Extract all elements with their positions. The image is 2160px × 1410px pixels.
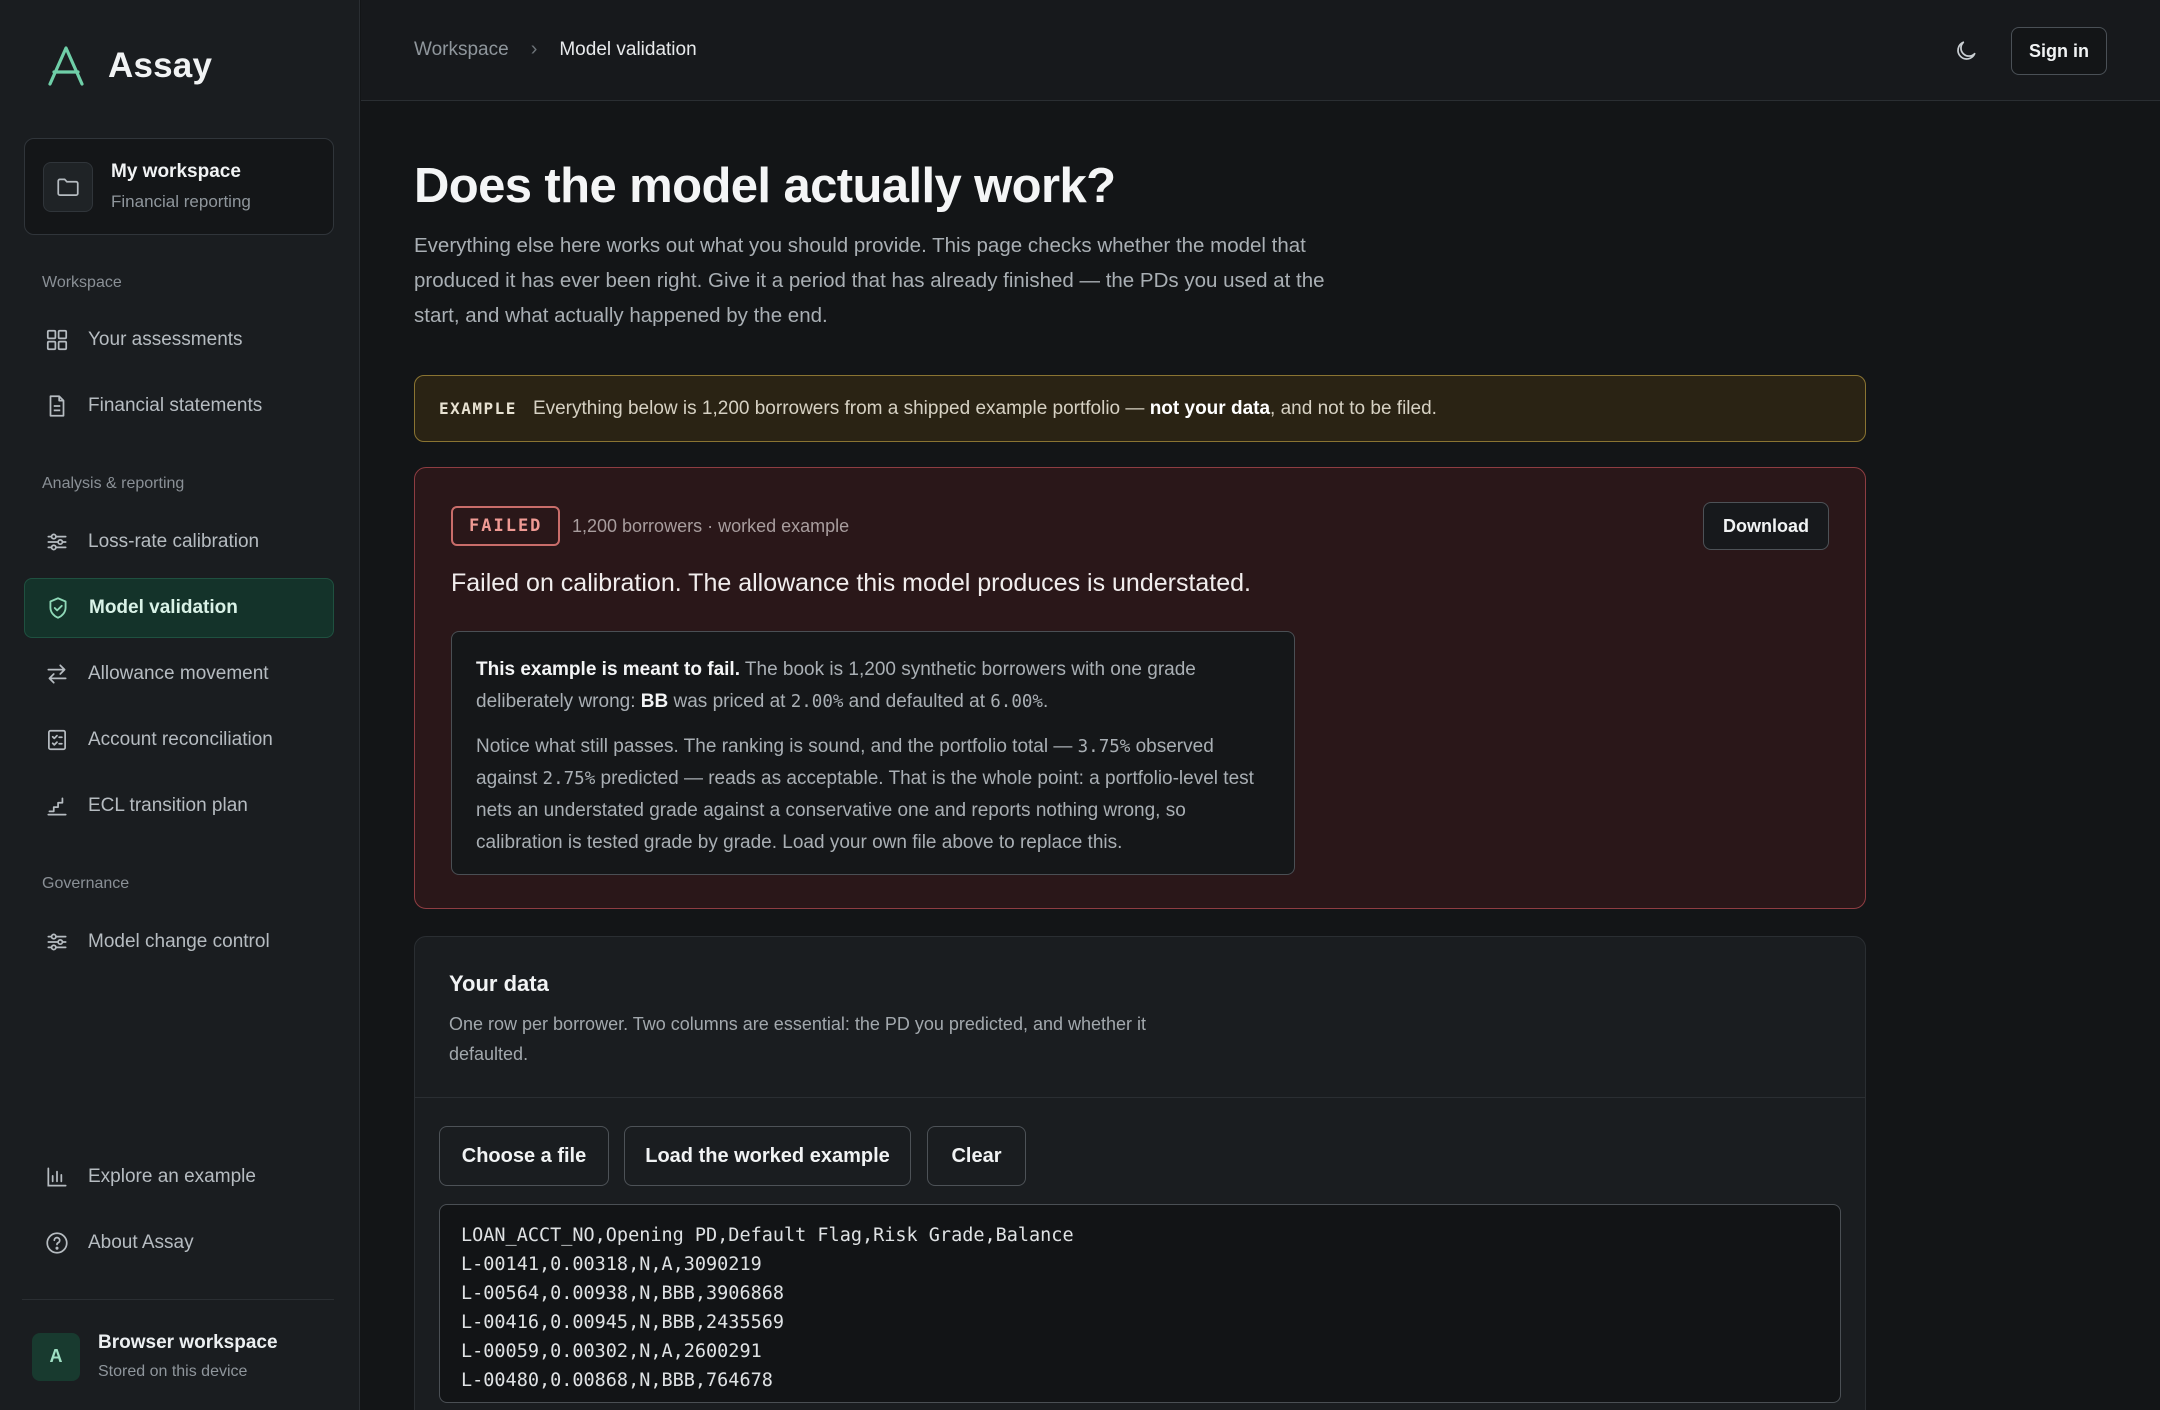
sidebar-item-your-assessments[interactable]: Your assessments (24, 310, 334, 370)
section-label-analysis: Analysis & reporting (42, 475, 185, 492)
example-banner: EXAMPLE Everything below is 1,200 borrow… (414, 375, 1866, 442)
user-name: Browser workspace (98, 1332, 278, 1353)
explanation-note: This example is meant to fail. The book … (451, 631, 1295, 875)
workspace-title: My workspace (111, 161, 241, 182)
divider (415, 1097, 1865, 1098)
load-example-button[interactable]: Load the worked example (624, 1126, 911, 1186)
sidebar-item-financial-statements[interactable]: Financial statements (24, 376, 334, 436)
sidebar: Assay My workspace Financial reporting W… (0, 0, 360, 1410)
sidebar-item-allowance-movement[interactable]: Allowance movement (24, 644, 334, 704)
sidebar-item-account-reconciliation[interactable]: Account reconciliation (24, 710, 334, 770)
sidebar-item-label: Allowance movement (88, 663, 269, 684)
moon-icon (1957, 41, 1976, 60)
data-description: One row per borrower. Two columns are es… (449, 1014, 1147, 1064)
clear-button[interactable]: Clear (927, 1126, 1026, 1186)
workspace-switcher[interactable]: My workspace Financial reporting (24, 138, 334, 235)
sidebar-item-ecl-transition-plan[interactable]: ECL transition plan (24, 776, 334, 836)
sidebar-item-label: About Assay (88, 1232, 194, 1253)
checklist-icon (48, 729, 66, 751)
sidebar-item-model-change-control[interactable]: Model change control (24, 912, 334, 972)
sidebar-item-label: Financial statements (88, 395, 263, 416)
your-data-card: Your data One row per borrower. Two colu… (414, 936, 1866, 1410)
arrows-swap-icon (47, 664, 67, 684)
sidebar-divider (22, 1299, 334, 1300)
csv-input[interactable]: LOAN_ACCT_NO,Opening PD,Default Flag,Ris… (439, 1204, 1841, 1403)
breadcrumb-current: Model validation (559, 38, 697, 60)
sidebar-item-explore-example[interactable]: Explore an example (24, 1147, 334, 1207)
avatar: A (32, 1332, 80, 1381)
sidebar-item-label: Account reconciliation (88, 729, 273, 750)
stairs-chart-icon (47, 797, 67, 816)
sidebar-item-loss-rate-calibration[interactable]: Loss-rate calibration (24, 512, 334, 572)
download-button[interactable]: Download (1703, 502, 1829, 550)
breadcrumb: Workspace › Model validation (414, 38, 697, 61)
shield-check-icon (49, 597, 67, 619)
validation-result-card: FAILED 1,200 borrowers · worked example … (414, 467, 1866, 909)
theme-toggle-button[interactable] (1949, 34, 1983, 68)
section-label-workspace: Workspace (42, 274, 122, 291)
sidebar-item-label: ECL transition plan (88, 795, 248, 816)
note-paragraph-2: Notice what still passes. The ranking is… (476, 736, 1254, 853)
topbar: Workspace › Model validation Sign in (361, 0, 2160, 101)
sliders-icon (47, 933, 67, 951)
sliders-icon (47, 533, 67, 551)
sidebar-item-about[interactable]: About Assay (24, 1213, 334, 1273)
example-text: Everything below is 1,200 borrowers from… (532, 397, 1437, 419)
help-circle-icon (46, 1232, 68, 1254)
status-badge: FAILED (451, 506, 561, 546)
section-label-governance: Governance (42, 875, 130, 892)
brand[interactable]: Assay (44, 44, 212, 88)
result-headline: Failed on calibration. The allowance thi… (451, 569, 1251, 597)
choose-file-button[interactable]: Choose a file (439, 1126, 609, 1186)
bar-chart-icon (47, 1167, 67, 1187)
page-title: Does the model actually work? (414, 159, 1116, 213)
document-icon (49, 395, 65, 417)
app-name: Assay (108, 46, 213, 85)
workspace-subtitle: Financial reporting (111, 192, 251, 211)
assay-logo-icon (48, 46, 84, 86)
folder-icon (43, 161, 93, 212)
grid-icon (46, 329, 68, 351)
data-title: Your data (449, 971, 549, 996)
result-meta: 1,200 borrowers · worked example (572, 516, 850, 536)
sidebar-item-label: Model change control (88, 931, 270, 952)
sidebar-item-label: Your assessments (88, 329, 243, 350)
note-paragraph-1: This example is meant to fail. The book … (476, 659, 1196, 712)
sign-in-button[interactable]: Sign in (2011, 27, 2107, 75)
page-intro: Everything else here works out what you … (414, 234, 1325, 327)
example-tag: EXAMPLE (439, 399, 517, 418)
chevron-right-icon: › (530, 38, 538, 60)
breadcrumb-workspace[interactable]: Workspace (414, 39, 509, 61)
sidebar-item-label: Explore an example (88, 1166, 256, 1187)
user-subtitle: Stored on this device (98, 1363, 248, 1380)
sidebar-item-model-validation[interactable]: Model validation (24, 578, 334, 638)
user-workspace[interactable]: A Browser workspace Stored on this devic… (32, 1332, 278, 1381)
sidebar-item-label: Model validation (89, 597, 238, 618)
sidebar-item-label: Loss-rate calibration (88, 531, 260, 552)
